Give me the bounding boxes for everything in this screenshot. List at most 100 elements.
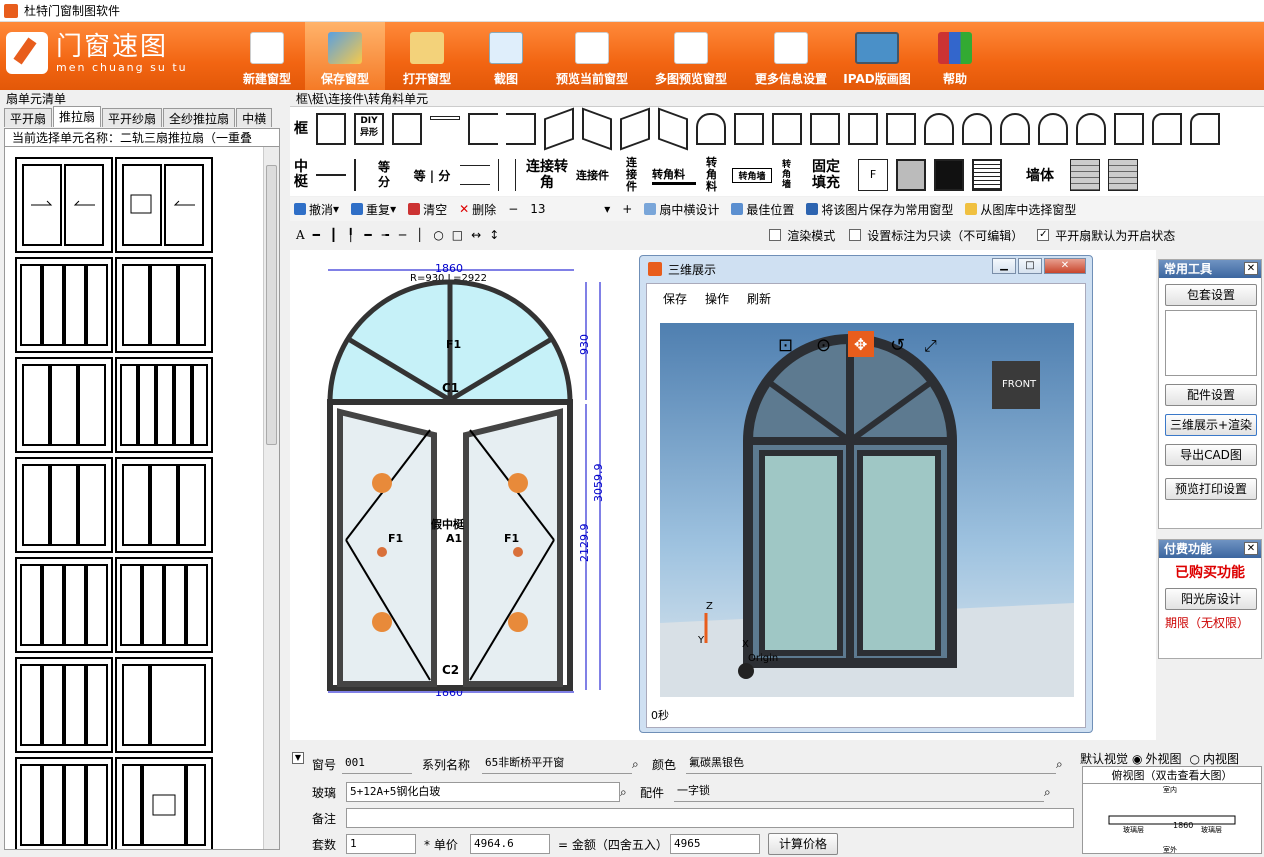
diy-shape[interactable]: DIY异形: [354, 113, 384, 145]
right-total-label[interactable]: 3059.9: [592, 464, 605, 503]
step2-shape[interactable]: [810, 113, 840, 145]
mid-design-button[interactable]: 扇中横设计: [644, 201, 719, 218]
dim-tool-icon[interactable]: ━: [313, 228, 320, 242]
total-field[interactable]: 4965: [670, 834, 760, 854]
frame-shape[interactable]: [392, 113, 422, 145]
equal-split-h[interactable]: 等分: [364, 160, 404, 190]
help-button[interactable]: 帮助: [930, 22, 980, 90]
wall-button[interactable]: 墙体: [1026, 165, 1066, 185]
sash-thumbnail[interactable]: [15, 457, 113, 553]
parallelogram2-shape[interactable]: [658, 107, 688, 151]
maximize-button[interactable]: □: [1018, 258, 1042, 274]
sash-thumbnail[interactable]: [115, 457, 213, 553]
close-icon[interactable]: ✕: [1244, 542, 1258, 555]
zoom-icon[interactable]: ⊙: [816, 335, 831, 356]
package-settings-button[interactable]: 包套设置: [1165, 284, 1257, 306]
equal-split-v[interactable]: 等 | 分: [412, 167, 452, 184]
brick-wall-icon[interactable]: [1070, 159, 1100, 191]
export-cad-button[interactable]: 导出CAD图: [1165, 444, 1257, 466]
sash-thumbnail[interactable]: [15, 557, 113, 653]
brick-corner-icon[interactable]: [1108, 159, 1138, 191]
series-search-icon[interactable]: ⌕: [632, 757, 652, 772]
fixed-fill-button[interactable]: 固定填充: [812, 159, 846, 191]
bracket-right-shape[interactable]: [506, 113, 536, 145]
save-window-button[interactable]: 保存窗型: [305, 22, 385, 90]
screenshot-button[interactable]: 截图: [478, 22, 534, 90]
corner-wall-button[interactable]: 转角墙: [732, 167, 772, 183]
sash-thumbnail[interactable]: [15, 157, 113, 253]
half-circle-shape[interactable]: [924, 113, 954, 145]
more-settings-button[interactable]: 更多信息设置: [745, 22, 837, 90]
connector-button[interactable]: 连接件: [576, 167, 618, 183]
calc-price-button[interactable]: 计算价格: [768, 833, 838, 855]
right-top-label[interactable]: 930: [578, 334, 591, 355]
menu-operate[interactable]: 操作: [705, 290, 729, 307]
step-shape[interactable]: [772, 113, 802, 145]
tool-list[interactable]: [1165, 310, 1257, 376]
connector-v-button[interactable]: 连接件: [626, 157, 642, 193]
outer-view-radio[interactable]: ◉: [1132, 752, 1142, 766]
new-window-button[interactable]: 新建窗型: [232, 22, 302, 90]
zoom-box-icon[interactable]: ⊡: [778, 335, 793, 356]
v-mullion-shape[interactable]: [354, 159, 356, 191]
bracket-left-shape[interactable]: [468, 113, 498, 145]
fan3-shape[interactable]: [1038, 113, 1068, 145]
varrow-tool-icon[interactable]: ↕: [489, 228, 499, 242]
save-common-button[interactable]: 将该图片保存为常用窗型: [806, 201, 953, 218]
fitting-settings-button[interactable]: 配件设置: [1165, 384, 1257, 406]
ipad-draw-button[interactable]: IPAD版画图: [840, 22, 914, 90]
double-h-shape[interactable]: [460, 165, 490, 185]
open-window-button[interactable]: 打开窗型: [392, 22, 462, 90]
window-no-field[interactable]: 001: [342, 754, 412, 774]
trapezoid-right-shape[interactable]: [582, 107, 612, 151]
price-field[interactable]: 4964.6: [470, 834, 550, 854]
vdim-tool-icon[interactable]: ┃: [330, 228, 337, 242]
tab-transom[interactable]: 中横: [236, 108, 273, 127]
sash-thumbnail[interactable]: [115, 657, 213, 753]
parallelogram-shape[interactable]: [620, 107, 650, 151]
render-mode-checkbox[interactable]: 渲染模式: [769, 227, 835, 244]
color-search-icon[interactable]: ⌕: [1056, 757, 1076, 772]
inner-view-radio[interactable]: ○: [1190, 752, 1200, 766]
notch-shape[interactable]: [1114, 113, 1144, 145]
menu-save[interactable]: 保存: [663, 290, 687, 307]
sash-thumbnail[interactable]: [115, 357, 213, 453]
corner-material-button[interactable]: 转角料: [652, 166, 696, 185]
fan-shape[interactable]: [962, 113, 992, 145]
gallery-scrollbar[interactable]: [263, 147, 279, 849]
rotate-icon[interactable]: ↺: [890, 335, 905, 356]
dark-fill-button[interactable]: [934, 159, 964, 191]
zoom-select[interactable]: 13 ▾: [530, 202, 610, 216]
color-field[interactable]: 氟碳黑银色: [686, 754, 1056, 774]
from-library-button[interactable]: 从图库中选择窗型: [965, 201, 1076, 218]
double-v-shape[interactable]: [498, 159, 516, 191]
corner2-shape[interactable]: [1190, 113, 1220, 145]
close-icon[interactable]: ✕: [1244, 262, 1258, 275]
multi-preview-button[interactable]: 多图预览窗型: [645, 22, 737, 90]
tab-full-screen-sliding[interactable]: 全纱推拉扇: [163, 108, 236, 127]
right-sash[interactable]: [463, 408, 563, 687]
corner-shape[interactable]: [1152, 113, 1182, 145]
step3-shape[interactable]: [848, 113, 878, 145]
rect-tool-icon[interactable]: □: [452, 228, 463, 242]
sash-thumbnail[interactable]: [115, 157, 213, 253]
h-mullion-shape[interactable]: [316, 174, 346, 176]
line-shape[interactable]: [430, 116, 460, 120]
qty-field[interactable]: 1: [346, 834, 416, 854]
line-tool-icon[interactable]: ─: [399, 228, 406, 242]
left-sash[interactable]: [337, 408, 437, 687]
zoom-plus-button[interactable]: +: [622, 202, 632, 216]
fitting-search-icon[interactable]: ⌕: [1044, 785, 1064, 800]
default-open-checkbox[interactable]: ✓ 平开扇默认为开启状态: [1037, 227, 1175, 244]
rect-frame-shape[interactable]: [316, 113, 346, 145]
sash-thumbnail[interactable]: [15, 357, 113, 453]
scroll-thumb[interactable]: [266, 165, 277, 445]
circle-tool-icon[interactable]: ○: [433, 228, 443, 242]
preview-current-button[interactable]: 预览当前窗型: [546, 22, 638, 90]
sash-thumbnail[interactable]: [15, 757, 113, 849]
sash-thumbnail[interactable]: [115, 757, 213, 849]
best-position-button[interactable]: 最佳位置: [731, 201, 794, 218]
glass-field[interactable]: 5+12A+5钢化白玻: [346, 782, 620, 802]
sash-thumbnail[interactable]: [15, 257, 113, 353]
half-frame-shape[interactable]: [886, 113, 916, 145]
